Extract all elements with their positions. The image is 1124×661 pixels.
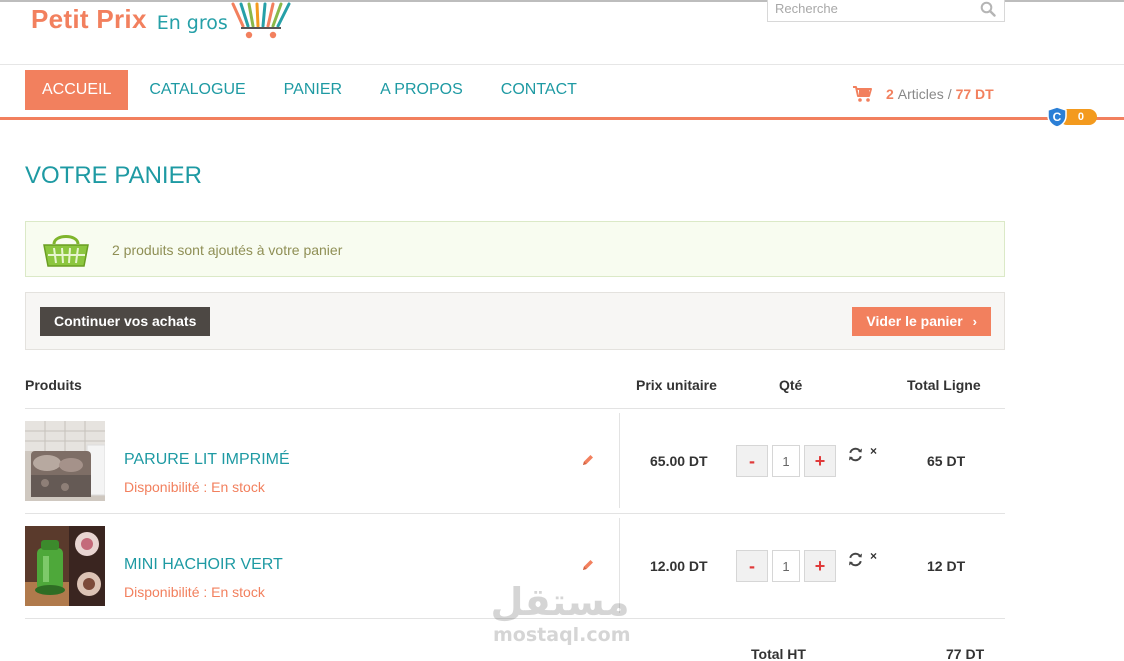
product-availability: Disponibilité : En stock xyxy=(124,479,265,495)
remove-item-icon[interactable]: × xyxy=(870,444,877,458)
product-availability: Disponibilité : En stock xyxy=(124,584,265,600)
nav-item-catalogue[interactable]: CATALOGUE xyxy=(132,70,262,110)
nav-item-accueil[interactable]: ACCUEIL xyxy=(25,70,129,110)
cart-actions-bar: Continuer vos achats Vider le panier › xyxy=(25,292,1005,350)
nav-item-a-propos[interactable]: A PROPOS xyxy=(363,70,480,110)
cart-separator: / xyxy=(947,86,952,102)
empty-cart-label: Vider le panier xyxy=(866,313,963,329)
continue-shopping-button[interactable]: Continuer vos achats xyxy=(40,307,211,336)
remove-item-icon[interactable]: × xyxy=(870,549,877,563)
unit-price: 12.00 DT xyxy=(650,558,708,574)
line-total: 65 DT xyxy=(927,453,966,469)
shield-icon: C xyxy=(1047,106,1067,128)
site-logo[interactable]: Petit Prix En gros xyxy=(31,2,291,44)
badge-letter: C xyxy=(1053,110,1062,124)
refresh-icon[interactable] xyxy=(847,446,864,463)
column-header-qty: Qté xyxy=(779,377,803,393)
row-column-divider xyxy=(619,518,620,613)
table-row: PARURE LIT IMPRIMÉ Disponibilité : En st… xyxy=(25,409,1005,514)
unit-price: 65.00 DT xyxy=(650,453,708,469)
qty-increase-button[interactable]: + xyxy=(804,445,836,477)
qty-input[interactable] xyxy=(772,445,800,477)
page-title: VOTRE PANIER xyxy=(25,162,202,189)
pencil-icon[interactable] xyxy=(581,453,595,467)
cart-notice: 2 produits sont ajoutés à votre panier xyxy=(25,221,1005,277)
watermark-latin: mostaql.com xyxy=(493,624,631,646)
logo-text-primary: Petit Prix xyxy=(31,4,147,34)
empty-cart-button[interactable]: Vider le panier › xyxy=(852,307,991,336)
refresh-icon[interactable] xyxy=(847,551,864,568)
column-header-products: Produits xyxy=(25,377,82,393)
search-icon[interactable] xyxy=(980,1,996,17)
cart-icon xyxy=(853,86,872,102)
cart-total-amount: 77 DT xyxy=(955,86,994,102)
total-ht-label: Total HT xyxy=(751,646,806,661)
main-nav: ACCUEIL CATALOGUE PANIER A PROPOS CONTAC… xyxy=(25,70,598,110)
search-input[interactable] xyxy=(775,0,975,19)
cart-item-count: 2 xyxy=(886,86,894,102)
row-column-divider xyxy=(619,413,620,508)
nav-accent-divider xyxy=(0,117,1124,120)
pencil-icon[interactable] xyxy=(581,558,595,572)
nav-item-contact[interactable]: CONTACT xyxy=(484,70,594,110)
header-cart-summary[interactable]: 2 Articles / 77 DT xyxy=(852,85,994,103)
search-box xyxy=(767,0,1005,22)
column-header-unit-price: Prix unitaire xyxy=(636,377,717,393)
nav-top-divider xyxy=(0,64,1124,65)
chevron-right-icon: › xyxy=(972,314,977,329)
line-total: 12 DT xyxy=(927,558,966,574)
product-name-link[interactable]: MINI HACHOIR VERT xyxy=(124,556,283,574)
column-header-line-total: Total Ligne xyxy=(907,377,981,393)
notice-text: 2 produits sont ajoutés à votre panier xyxy=(112,242,343,258)
qty-decrease-button[interactable]: - xyxy=(736,550,768,582)
floating-badge[interactable]: 0 C xyxy=(1047,106,1097,128)
qty-decrease-button[interactable]: - xyxy=(736,445,768,477)
basket-icon xyxy=(43,235,89,267)
table-row: MINI HACHOIR VERT Disponibilité : En sto… xyxy=(25,514,1005,619)
qty-input[interactable] xyxy=(772,550,800,582)
product-image-bedding[interactable] xyxy=(25,421,105,501)
logo-cart-icon xyxy=(231,2,291,39)
product-image-chopper[interactable] xyxy=(25,526,105,606)
table-divider xyxy=(25,618,1005,619)
nav-item-panier[interactable]: PANIER xyxy=(267,70,359,110)
qty-increase-button[interactable]: + xyxy=(804,550,836,582)
total-ht-value: 77 DT xyxy=(946,646,985,661)
cart-items-word: Articles xyxy=(897,86,944,102)
product-name-link[interactable]: PARURE LIT IMPRIMÉ xyxy=(124,451,290,469)
